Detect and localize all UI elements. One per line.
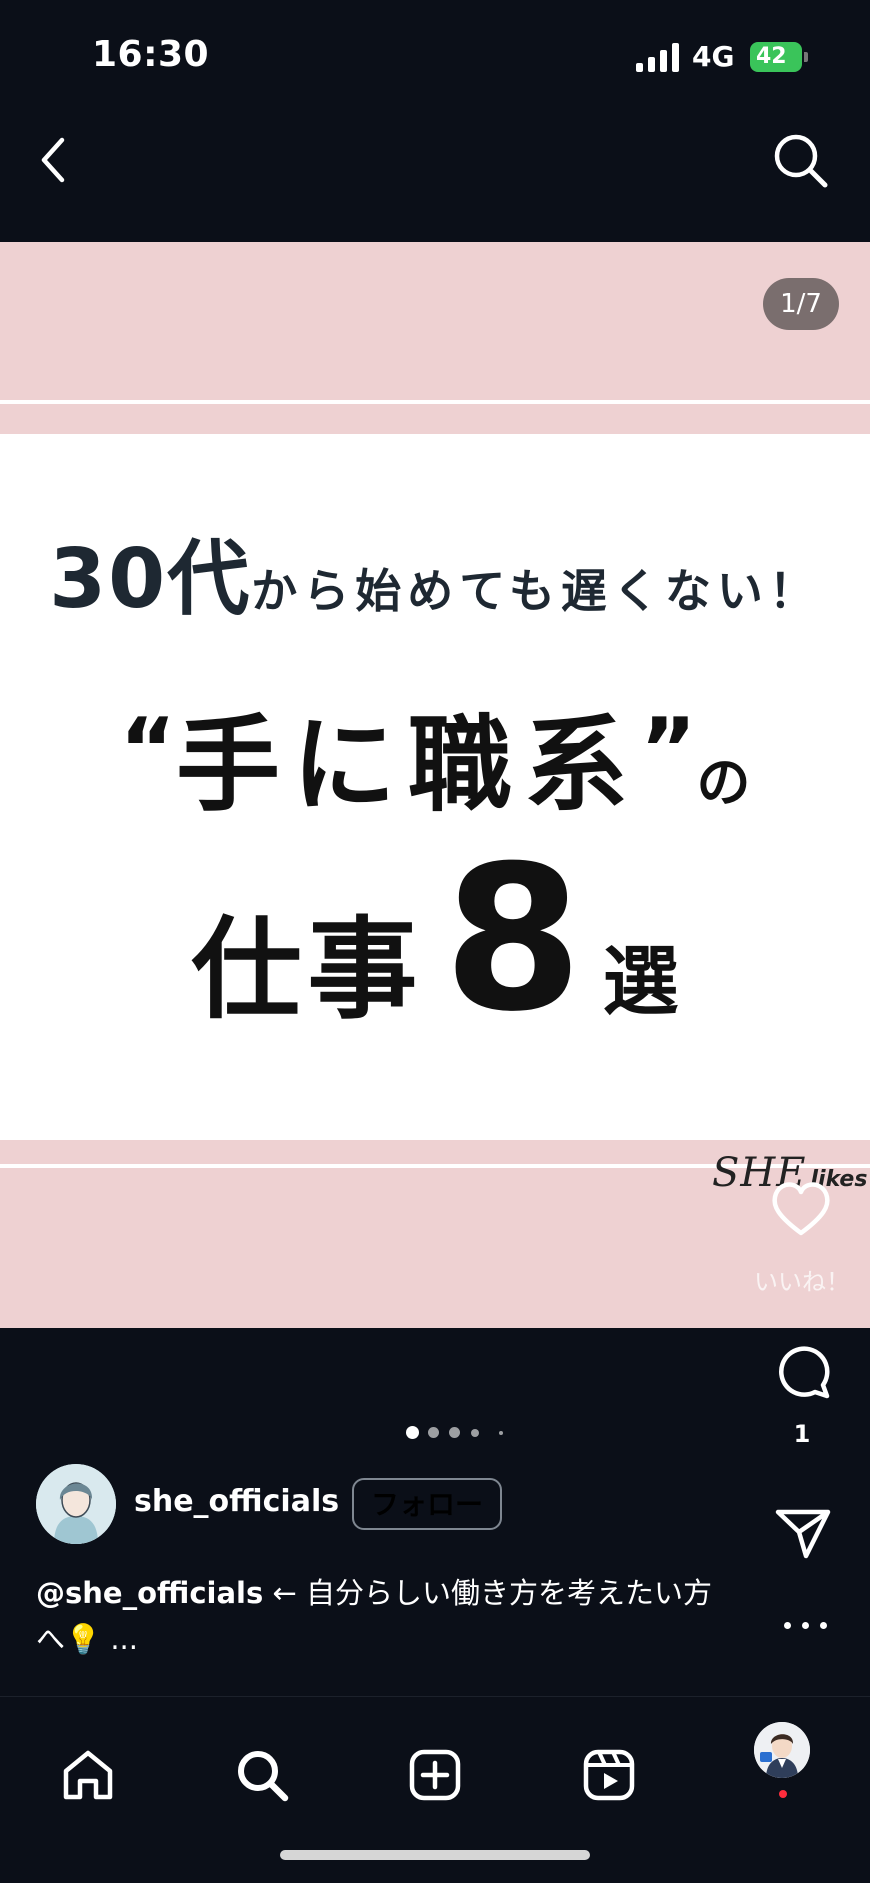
follow-button[interactable]: フォロー <box>352 1478 502 1530</box>
avatar-illustration <box>36 1464 116 1544</box>
heart-icon <box>772 1182 830 1236</box>
share-button[interactable] <box>774 1504 832 1562</box>
nav-reels[interactable] <box>581 1747 637 1803</box>
reels-icon <box>583 1749 635 1801</box>
headline-line-1: 30代から始めても遅くない！ <box>0 512 870 631</box>
caption[interactable]: @she_officials ← 自分らしい働き方を考えたい方へ💡 ... <box>36 1570 736 1662</box>
status-time: 16:30 <box>92 34 210 75</box>
battery-cap <box>804 52 808 62</box>
headline-line-2: “手に職系”の <box>0 680 870 831</box>
headline-age: 30代 <box>49 532 252 627</box>
headline-subtitle: から始めても遅くない！ <box>251 564 821 618</box>
battery-level: 42 <box>756 44 787 69</box>
comment-count: 1 <box>793 1420 811 1448</box>
nav-search[interactable] <box>234 1747 290 1803</box>
create-icon <box>409 1749 461 1801</box>
nav-home[interactable] <box>60 1747 116 1803</box>
network-type: 4G <box>692 40 735 73</box>
headline-line-3: 仕事 8 選 <box>0 840 870 1040</box>
battery-icon: 42 <box>750 42 802 72</box>
like-label: いいね！ <box>754 1268 850 1296</box>
back-button[interactable] <box>30 130 80 190</box>
carousel-dot <box>471 1429 479 1437</box>
search-button[interactable] <box>770 130 830 190</box>
carousel-dots <box>406 1426 506 1440</box>
notification-dot <box>779 1790 787 1798</box>
comment-button[interactable] <box>774 1342 832 1400</box>
close-quote: ” <box>640 700 697 800</box>
nav-profile-avatar[interactable] <box>754 1722 810 1778</box>
carousel-dot <box>499 1431 503 1435</box>
headline-selection: 選 <box>602 937 679 1026</box>
headline-particle: の <box>696 751 751 814</box>
like-button[interactable] <box>770 1180 832 1238</box>
avatar[interactable] <box>36 1464 116 1544</box>
send-icon <box>775 1509 831 1559</box>
carousel-dot-active <box>406 1426 419 1439</box>
home-indicator <box>280 1850 590 1860</box>
image-counter: 1/7 <box>763 278 839 330</box>
open-quote: “ <box>119 700 176 800</box>
back-chevron-icon <box>41 137 65 183</box>
comment-icon <box>779 1346 830 1399</box>
nav-create[interactable] <box>407 1747 463 1803</box>
signal-icon <box>636 42 682 72</box>
divider-line <box>0 400 870 404</box>
carousel-dot <box>428 1427 439 1438</box>
home-icon <box>63 1750 113 1800</box>
caption-handle[interactable]: @she_officials <box>36 1576 263 1610</box>
username[interactable]: she_officials <box>134 1484 339 1519</box>
more-options-button[interactable] <box>778 1610 838 1640</box>
headline-number: 8 <box>443 823 583 1056</box>
headline-jobs: 仕事 <box>191 906 424 1034</box>
profile-avatar-illustration <box>754 1722 810 1778</box>
carousel-dot <box>449 1427 460 1438</box>
search-icon <box>774 134 828 188</box>
headline-keyword: 手に職系 <box>175 704 640 826</box>
search-icon <box>238 1751 289 1802</box>
